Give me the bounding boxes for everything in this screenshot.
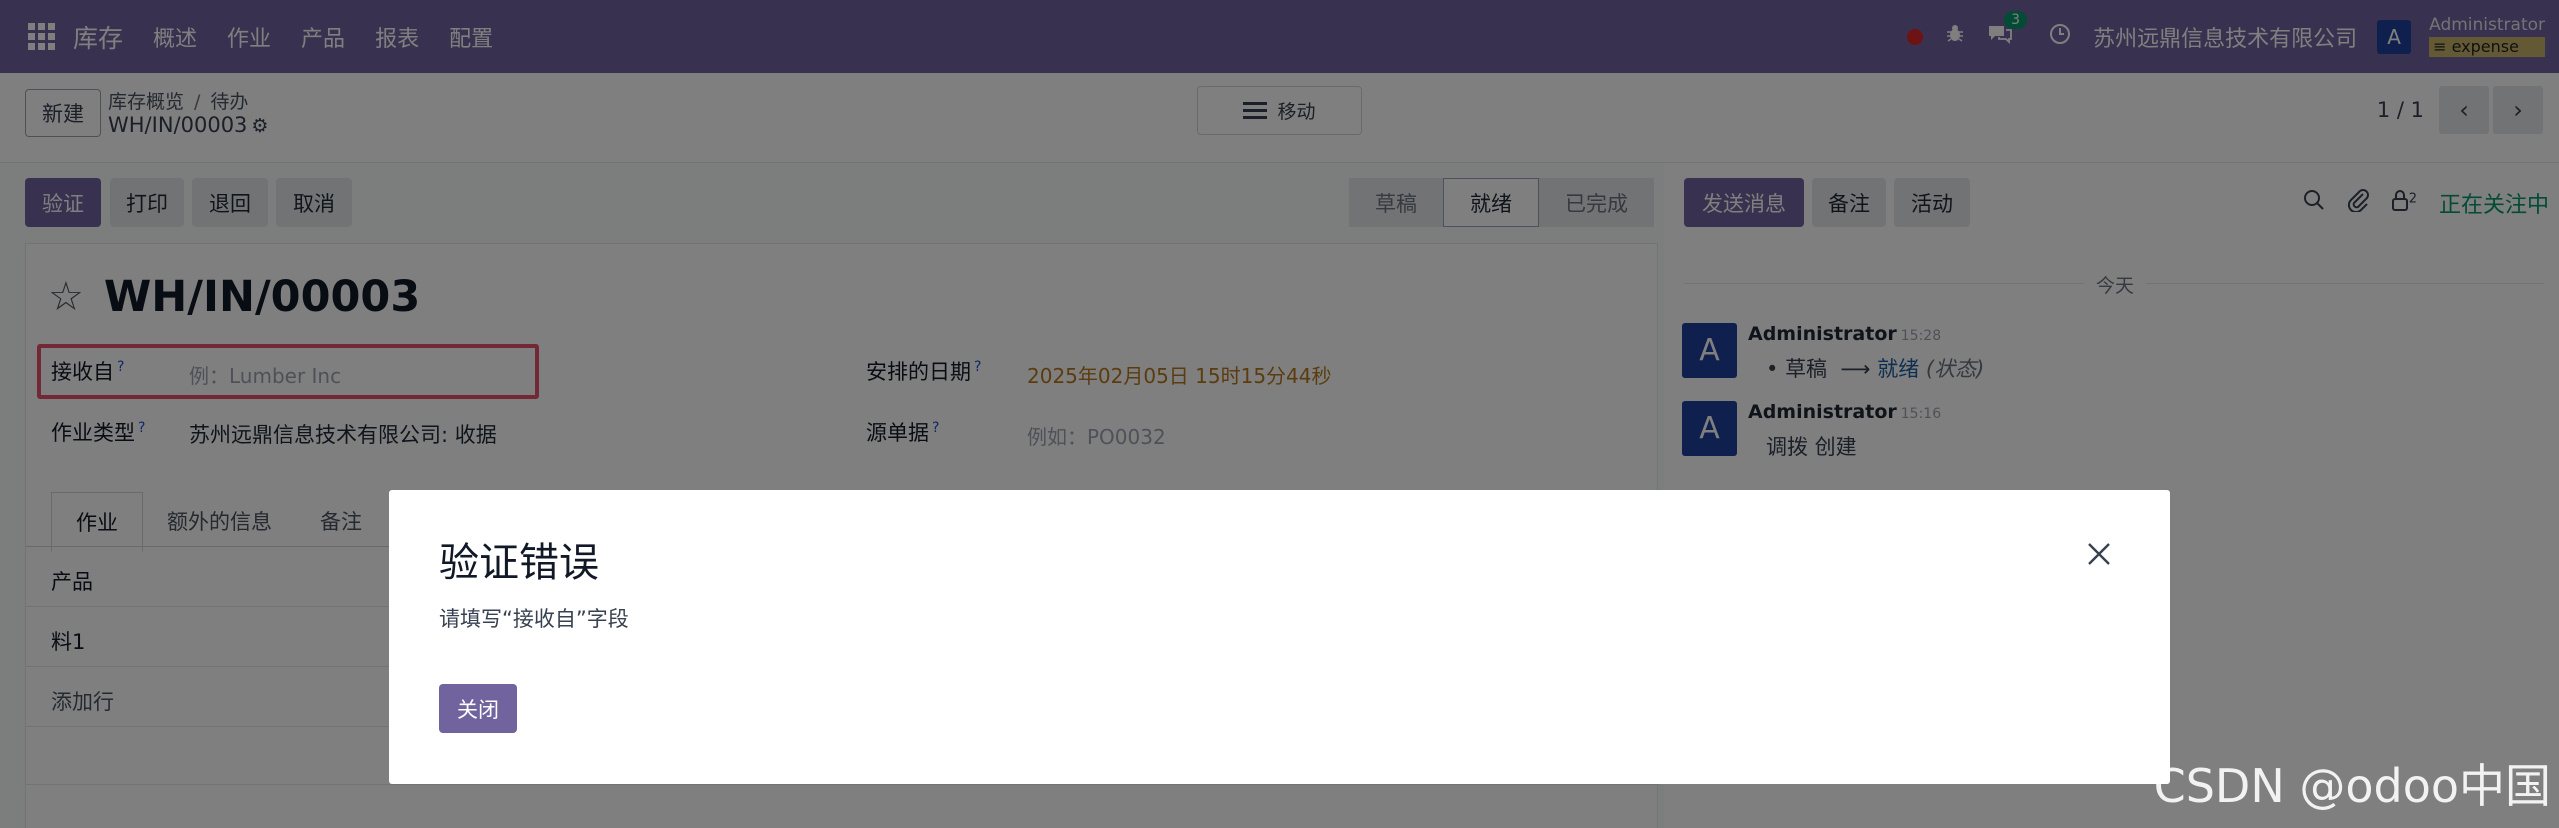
validation-error-dialog: 验证错误 请填写“接收自”字段 关闭: [389, 490, 2170, 784]
dialog-message: 请填写“接收自”字段: [439, 607, 629, 631]
dialog-title: 验证错误: [439, 540, 599, 586]
close-icon[interactable]: [2086, 538, 2112, 574]
dialog-close-button[interactable]: 关闭: [439, 684, 517, 733]
watermark-text: CSDN @odoo中国: [2153, 759, 2551, 813]
